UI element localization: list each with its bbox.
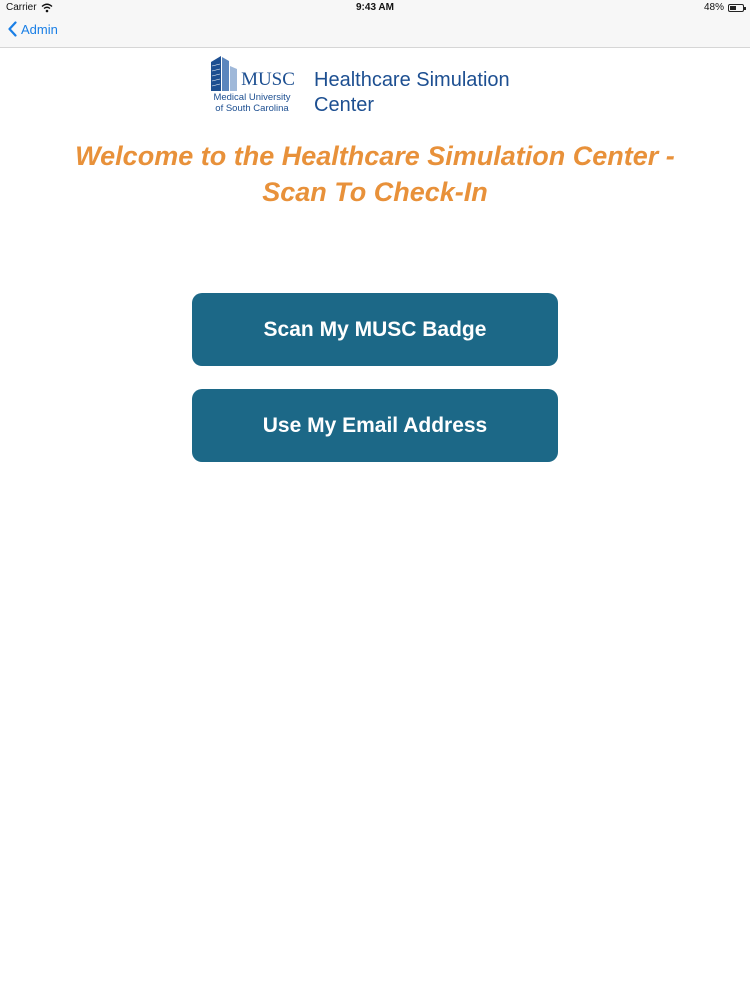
- status-time: 9:43 AM: [356, 2, 394, 13]
- center-name: Healthcare Simulation Center: [314, 68, 554, 118]
- musc-logo: MUSC Medical University of South Carolin…: [205, 54, 299, 114]
- musc-wordmark: MUSC: [241, 69, 295, 90]
- welcome-heading: Welcome to the Healthcare Simulation Cen…: [20, 138, 730, 210]
- center-name-line-2: Center: [314, 94, 375, 116]
- building-icon: [211, 56, 238, 91]
- logo-top: MUSC: [209, 54, 295, 91]
- center-name-line-1: Healthcare Simulation: [314, 69, 510, 91]
- use-email-button[interactable]: Use My Email Address: [192, 389, 558, 462]
- battery-percent: 48%: [703, 2, 724, 13]
- navigation-bar: Admin: [0, 16, 750, 48]
- battery-icon: [728, 3, 746, 12]
- welcome-line-1: Welcome to the Healthcare Simulation Cen…: [75, 141, 675, 171]
- scan-badge-button[interactable]: Scan My MUSC Badge: [192, 293, 558, 366]
- back-label: Admin: [21, 21, 58, 37]
- battery-fill: [730, 5, 736, 10]
- status-right: 48%: [703, 2, 746, 13]
- header-logo: MUSC Medical University of South Carolin…: [205, 54, 554, 118]
- chevron-left-icon: [8, 21, 17, 37]
- back-button[interactable]: Admin: [8, 21, 58, 37]
- university-name: Medical University of South Carolina: [213, 92, 290, 114]
- status-bar: Carrier 9:43 AM 48%: [0, 0, 750, 16]
- welcome-line-2: Scan To Check-In: [262, 177, 488, 207]
- university-line-2: of South Carolina: [215, 103, 289, 114]
- battery-tip: [744, 6, 746, 10]
- university-line-1: Medical University: [213, 92, 291, 103]
